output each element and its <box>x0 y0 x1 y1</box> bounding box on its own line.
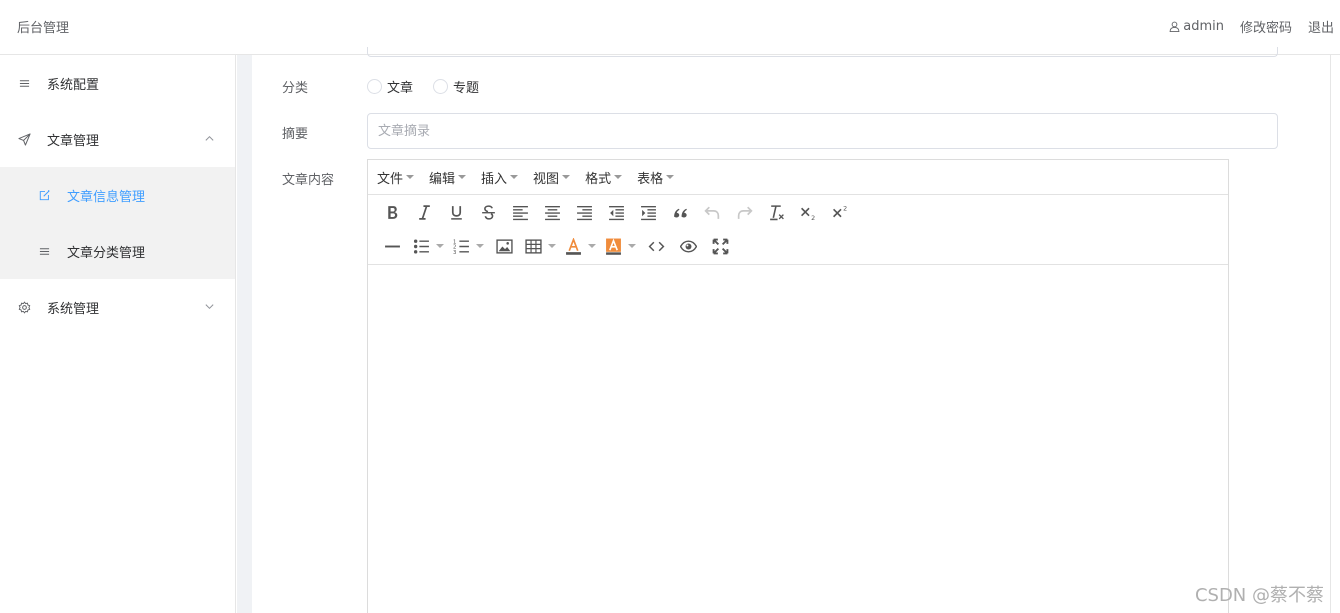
menu-label: 文件 <box>377 171 404 187</box>
sidebar-item-article-category[interactable]: 文章分类管理 <box>0 223 235 279</box>
gear-icon <box>18 300 31 314</box>
code-icon[interactable] <box>640 232 672 260</box>
editor-content-area[interactable] <box>368 264 1228 613</box>
italic-icon[interactable] <box>408 198 440 226</box>
content-label: 文章内容 <box>282 173 335 188</box>
edit-icon <box>38 189 51 202</box>
caret-down-icon[interactable] <box>435 244 444 248</box>
menu-label: 格式 <box>585 171 612 187</box>
indent-icon[interactable] <box>632 198 664 226</box>
title-input-edge[interactable] <box>367 47 1278 57</box>
redo-icon[interactable] <box>728 198 760 226</box>
caret-down-icon <box>458 175 467 179</box>
rich-text-editor: 文件 编辑 插入 视图 格式 表格 2 2 123 <box>367 159 1229 613</box>
caret-down-icon <box>510 175 519 179</box>
horizontal-rule-icon[interactable] <box>376 232 408 260</box>
subscript-icon[interactable]: 2 <box>792 198 824 226</box>
menu-view[interactable]: 视图 <box>533 168 571 187</box>
caret-down-icon <box>562 175 571 179</box>
chevron-up-icon <box>205 135 214 141</box>
sidebar: 系统配置 文章管理 文章信息管理 文章分类管理 系统管理 <box>0 55 236 613</box>
align-right-icon[interactable] <box>568 198 600 226</box>
bold-icon[interactable] <box>376 198 408 226</box>
summary-label: 摘要 <box>282 127 309 142</box>
caret-down-icon[interactable] <box>627 244 636 248</box>
caret-down-icon <box>614 175 623 179</box>
header-actions: admin 修改密码 退出 <box>1169 17 1334 36</box>
sidebar-item-label: 文章信息管理 <box>67 189 146 205</box>
scrollbar-track[interactable] <box>1330 55 1331 613</box>
radio-label: 文章 <box>387 81 414 96</box>
editor-toolbar-row-2: 123 <box>368 229 1228 263</box>
radio-article[interactable]: 文章 <box>367 77 413 96</box>
blockquote-icon[interactable] <box>664 198 696 226</box>
menu-label: 插入 <box>481 171 508 187</box>
superscript-icon[interactable]: 2 <box>824 198 856 226</box>
radio-label: 专题 <box>453 81 480 96</box>
sidebar-item-label: 系统管理 <box>47 301 100 317</box>
outdent-icon[interactable] <box>600 198 632 226</box>
sidebar-item-system-config[interactable]: 系统配置 <box>0 55 235 111</box>
brand-title: 后台管理 <box>17 21 70 36</box>
category-radio-group: 文章 专题 <box>367 77 499 96</box>
menu-insert[interactable]: 插入 <box>481 168 519 187</box>
fullscreen-icon[interactable] <box>704 232 736 260</box>
summary-input[interactable] <box>367 113 1278 149</box>
undo-icon[interactable] <box>696 198 728 226</box>
chevron-down-icon <box>205 304 214 310</box>
sidebar-item-article-info[interactable]: 文章信息管理 <box>0 167 235 223</box>
bullet-list-icon[interactable] <box>408 232 448 260</box>
sidebar-item-article-management[interactable]: 文章管理 <box>0 111 235 167</box>
menu-table[interactable]: 表格 <box>637 168 675 187</box>
preview-eye-icon[interactable] <box>672 232 704 260</box>
align-left-icon[interactable] <box>504 198 536 226</box>
sidebar-item-label: 文章管理 <box>47 133 100 149</box>
caret-down-icon <box>666 175 675 179</box>
menu-icon <box>18 77 31 90</box>
radio-circle[interactable] <box>367 79 382 94</box>
image-icon[interactable] <box>488 232 520 260</box>
menu-icon <box>38 245 51 258</box>
menu-format[interactable]: 格式 <box>585 168 623 187</box>
numbered-list-icon[interactable]: 123 <box>448 232 488 260</box>
sidebar-item-label: 系统配置 <box>47 77 100 93</box>
editor-menubar: 文件 编辑 插入 视图 格式 表格 <box>368 160 1228 195</box>
send-icon <box>18 132 31 146</box>
background-color-icon[interactable] <box>600 232 640 260</box>
caret-down-icon[interactable] <box>475 244 484 248</box>
radio-circle[interactable] <box>433 79 449 94</box>
main-content: 分类 文章 专题 摘要 文章内容 文件 编辑 插入 视图 格式 表格 <box>252 47 1340 613</box>
menu-label: 表格 <box>637 171 664 187</box>
menu-file[interactable]: 文件 <box>377 168 415 187</box>
user-menu[interactable]: admin <box>1169 19 1224 34</box>
caret-down-icon <box>406 175 415 179</box>
sidebar-item-system-management[interactable]: 系统管理 <box>0 279 235 335</box>
table-icon[interactable] <box>520 232 560 260</box>
article-submenu: 文章信息管理 文章分类管理 <box>0 167 235 279</box>
username: admin <box>1183 19 1224 34</box>
radio-topic[interactable]: 专题 <box>433 77 479 96</box>
svg-text:3: 3 <box>453 249 456 254</box>
category-label: 分类 <box>282 81 309 96</box>
caret-down-icon[interactable] <box>587 244 596 248</box>
text-color-icon[interactable] <box>560 232 600 260</box>
content-gutter <box>237 55 252 613</box>
logout-link[interactable]: 退出 <box>1308 17 1334 36</box>
sidebar-item-label: 文章分类管理 <box>67 245 146 261</box>
svg-text:2: 2 <box>843 204 847 212</box>
svg-text:2: 2 <box>811 213 815 220</box>
menu-edit[interactable]: 编辑 <box>429 168 467 187</box>
align-center-icon[interactable] <box>536 198 568 226</box>
menu-label: 编辑 <box>429 171 456 187</box>
menu-label: 视图 <box>533 171 560 187</box>
watermark: CSDN @蔡不蔡 <box>1194 585 1324 606</box>
underline-icon[interactable] <box>440 198 472 226</box>
strikethrough-icon[interactable] <box>472 198 504 226</box>
caret-down-icon[interactable] <box>547 244 556 248</box>
clear-format-icon[interactable] <box>760 198 792 226</box>
editor-toolbar-row-1: 2 2 <box>368 195 1228 229</box>
user-icon <box>1169 21 1180 32</box>
change-password-link[interactable]: 修改密码 <box>1240 17 1292 36</box>
